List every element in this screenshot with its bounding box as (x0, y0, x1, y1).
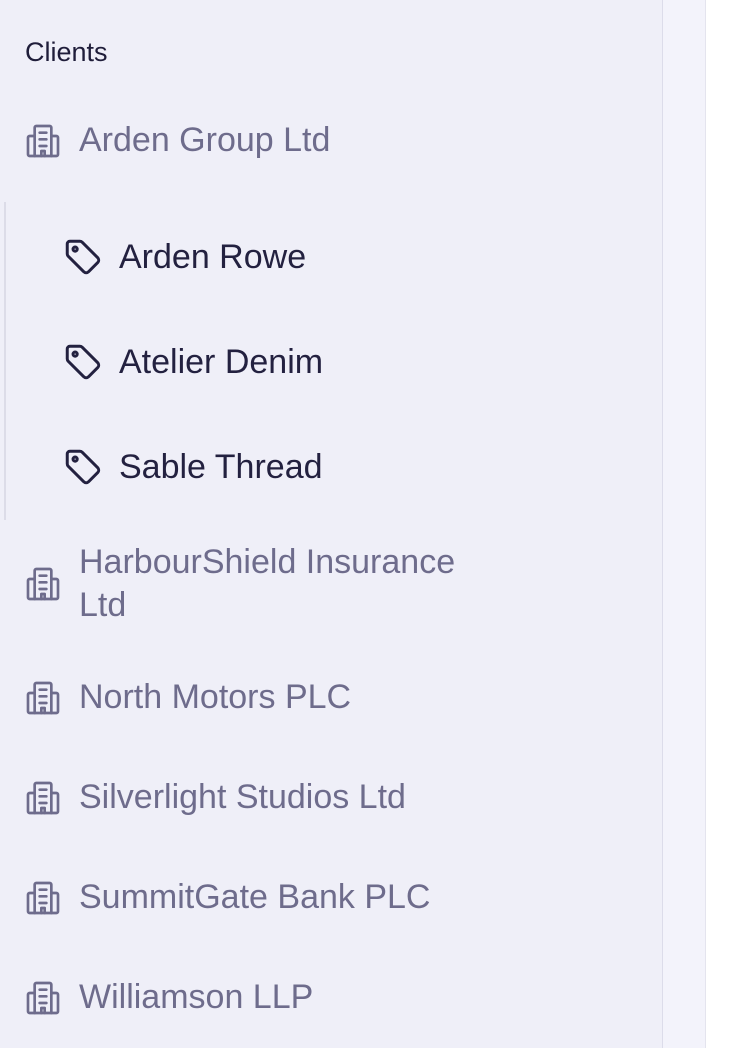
main-panel-edge (663, 0, 706, 1048)
client-item-arden-group[interactable]: Arden Group Ltd (22, 119, 330, 162)
client-label: Silverlight Studios Ltd (79, 778, 406, 816)
brand-item-sable-thread[interactable]: Sable Thread (60, 444, 323, 490)
tag-icon (60, 444, 106, 490)
tag-icon (60, 339, 106, 385)
client-item-north-motors[interactable]: North Motors PLC (22, 676, 351, 719)
client-item-williamson[interactable]: Williamson LLP (22, 976, 313, 1019)
client-label: HarbourShield Insurance Ltd (79, 543, 456, 624)
client-item-silverlight[interactable]: Silverlight Studios Ltd (22, 776, 406, 819)
building-icon (22, 120, 64, 162)
brand-item-atelier-denim[interactable]: Atelier Denim (60, 339, 323, 385)
building-icon (22, 877, 64, 919)
building-icon (22, 677, 64, 719)
brand-item-arden-rowe[interactable]: Arden Rowe (60, 234, 306, 280)
brand-label: Atelier Denim (119, 343, 324, 381)
client-label: SummitGate Bank PLC (79, 878, 431, 916)
tag-icon (60, 234, 106, 280)
brand-label: Arden Rowe (119, 238, 307, 276)
client-label: Arden Group Ltd (79, 121, 331, 159)
building-icon (22, 563, 64, 605)
building-icon (22, 977, 64, 1019)
brand-label: Sable Thread (119, 448, 323, 486)
clients-sidebar: Clients Arden Group Ltd Arden Rowe Ateli… (0, 0, 663, 1048)
client-label: North Motors PLC (79, 678, 352, 716)
section-title: Clients (25, 37, 108, 67)
client-item-harbourshield[interactable]: HarbourShield Insurance Ltd (22, 541, 509, 627)
client-item-summitgate[interactable]: SummitGate Bank PLC (22, 876, 430, 919)
client-label: Williamson LLP (79, 978, 314, 1016)
building-icon (22, 777, 64, 819)
